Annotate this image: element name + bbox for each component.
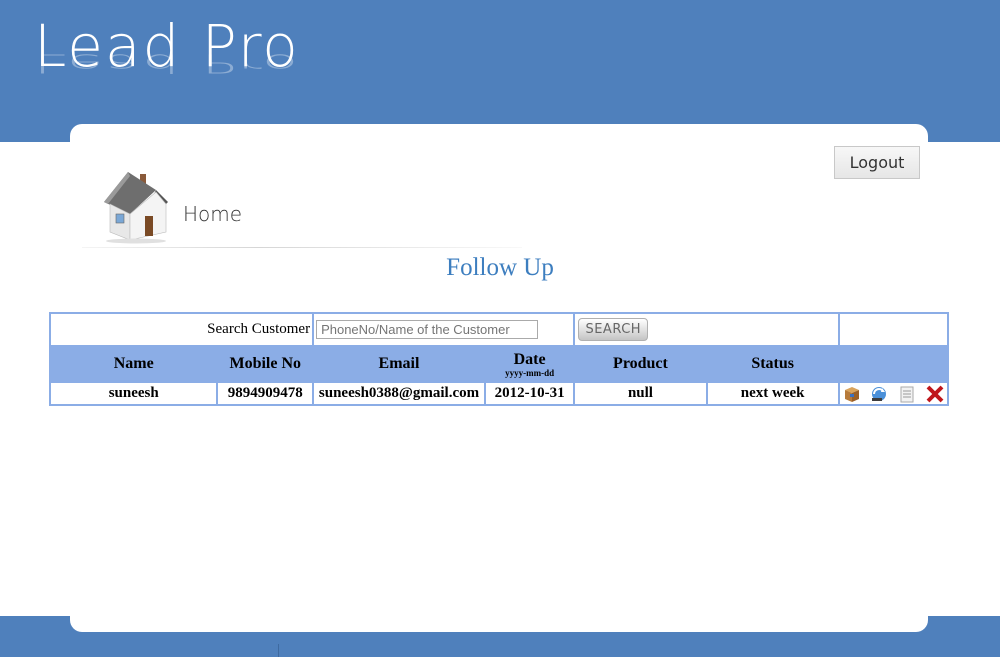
search-input[interactable] [316, 320, 539, 339]
search-input-cell [312, 312, 576, 347]
home-icon[interactable] [100, 168, 172, 244]
search-label: Search Customer [48, 312, 315, 347]
logout-button[interactable]: Logout [834, 146, 920, 179]
column-header-status: Status [705, 345, 840, 383]
page-title: Follow Up [446, 254, 554, 281]
column-header-date: Date yyyy-mm-dd [483, 345, 576, 383]
app-logo: Lead Pro Lead Pro [34, 14, 374, 106]
column-header-product: Product [573, 345, 708, 383]
search-button[interactable]: SEARCH [578, 318, 649, 341]
table-row: suneesh 9894909478 suneesh0388@gmail.com… [48, 381, 950, 406]
date-format-hint: yyyy-mm-dd [505, 367, 555, 378]
box-icon[interactable] [842, 384, 862, 404]
table-header-row: Name Mobile No Email Date yyyy-mm-dd Pro… [48, 345, 950, 383]
app-logo-reflection: Lead Pro [34, 48, 300, 79]
document-icon[interactable] [897, 384, 917, 404]
home-link[interactable]: Home [183, 202, 242, 226]
search-row: Search Customer SEARCH [48, 312, 950, 347]
cell-mobile: 9894909478 [216, 381, 315, 406]
column-header-email: Email [312, 345, 486, 383]
search-button-cell: SEARCH [573, 312, 840, 347]
cell-status: next week [705, 381, 840, 406]
cell-actions [837, 381, 950, 406]
cell-date: 2012-10-31 [483, 381, 576, 406]
column-header-date-label: Date [513, 350, 546, 368]
cell-email: suneesh0388@gmail.com [312, 381, 486, 406]
column-header-name: Name [48, 345, 219, 383]
column-header-mobile: Mobile No [216, 345, 315, 383]
delete-icon[interactable] [925, 384, 945, 404]
cell-product: null [573, 381, 708, 406]
home-divider [82, 247, 522, 248]
footer-divider [278, 644, 279, 657]
column-header-actions [837, 345, 950, 383]
follow-up-table: Search Customer SEARCH Name Mobile No Em… [48, 312, 950, 406]
cell-name: suneesh [48, 381, 219, 406]
refresh-icon[interactable] [869, 384, 889, 404]
search-empty-cell [837, 312, 950, 347]
